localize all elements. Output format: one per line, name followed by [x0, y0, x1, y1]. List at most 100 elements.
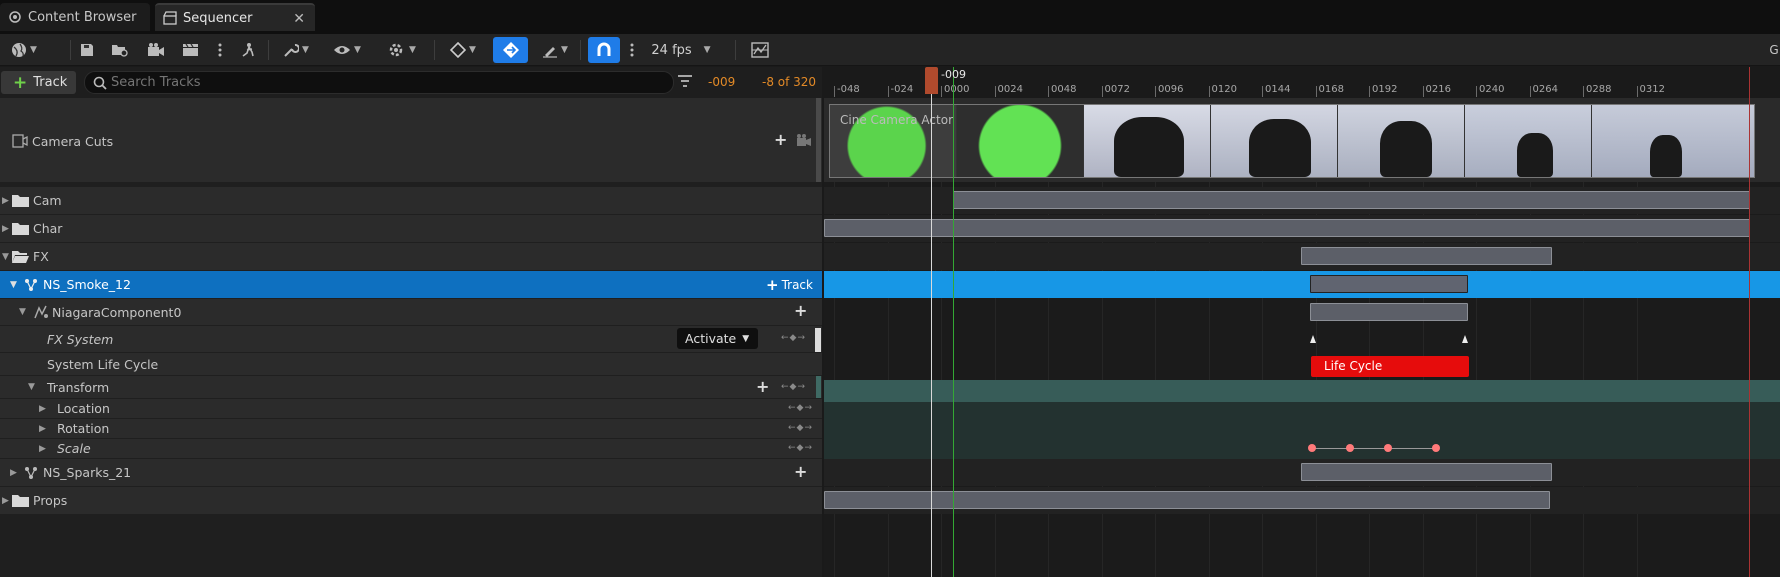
curve-editor-button[interactable]: ▼ — [535, 37, 575, 63]
camera-cut-section[interactable]: Cine Camera Actor — [829, 104, 1755, 178]
playback-options-button[interactable]: ▼ — [382, 37, 422, 63]
add-key-button[interactable]: + — [756, 377, 769, 396]
auto-key-toggle[interactable] — [493, 37, 528, 63]
search-tracks-input[interactable] — [111, 75, 651, 90]
track-row-rotation[interactable]: ▶ Rotation ←◆→ — [0, 419, 822, 438]
track-label: Camera Cuts — [32, 134, 114, 149]
collapse-arrow-icon[interactable]: ▼ — [2, 252, 9, 262]
fx-system-state-dropdown[interactable]: Activate ▼ — [677, 328, 758, 349]
expand-arrow-icon[interactable]: ▶ — [39, 424, 46, 434]
close-tab-icon[interactable]: ✕ — [293, 11, 305, 27]
time-ruler[interactable]: -048 -024 0000 0024 0048 0072 0096 0120 0144 0168… — [824, 67, 1780, 98]
props-section[interactable] — [824, 491, 1550, 509]
track-row-camera-cuts[interactable]: Camera Cuts + — [0, 98, 822, 182]
expand-arrow-icon[interactable]: ▶ — [39, 404, 46, 414]
collapse-arrow-icon[interactable]: ▼ — [10, 280, 17, 290]
ruler-tick-label: 0120 — [1211, 84, 1237, 95]
track-row-fx[interactable]: ▼ FX — [0, 243, 822, 270]
browse-button[interactable] — [108, 37, 132, 63]
track-list-scrollbar-thumb[interactable] — [815, 328, 821, 352]
expand-arrow-icon[interactable]: ▶ — [2, 496, 9, 506]
timeline-panel[interactable]: -048 -024 0000 0024 0048 0072 0096 0120 0144 0168… — [824, 67, 1780, 577]
track-row-niagara-component[interactable]: ▼ NiagaraComponent0 + — [0, 299, 822, 325]
snap-options-button[interactable] — [625, 37, 639, 63]
tab-sequencer[interactable]: Sequencer ✕ — [155, 3, 315, 31]
tools-menu-button[interactable]: ▼ — [278, 37, 314, 63]
create-camera-button[interactable] — [180, 37, 202, 63]
track-row-fx-system[interactable]: FX System Activate ▼ ←◆→ — [0, 326, 822, 352]
keyframe[interactable] — [1432, 444, 1440, 452]
life-cycle-end-marker[interactable] — [1462, 335, 1468, 343]
content-browser-icon — [9, 11, 21, 23]
fx-section[interactable] — [1301, 247, 1552, 265]
ruler-tick-label: 0240 — [1479, 84, 1505, 95]
tab-label: Sequencer — [183, 10, 253, 26]
playhead-handle[interactable] — [925, 67, 938, 94]
collapse-arrow-icon[interactable]: ▼ — [28, 382, 35, 392]
chevron-down-icon: ▼ — [409, 45, 416, 55]
track-row-char[interactable]: ▶ Char — [0, 215, 822, 242]
folder-icon — [12, 495, 29, 507]
add-cut-button[interactable]: + — [774, 130, 787, 149]
eye-icon — [334, 46, 351, 54]
expand-arrow-icon[interactable]: ▶ — [2, 196, 9, 206]
camera-thumbnail — [1084, 105, 1211, 177]
keyframe[interactable] — [1308, 444, 1316, 452]
key-navigation-icon[interactable]: ←◆→ — [781, 333, 806, 343]
animation-options-button[interactable] — [236, 37, 260, 63]
track-row-scale[interactable]: ▶ Scale ←◆→ — [0, 439, 822, 458]
add-subtrack-button[interactable]: + Track — [766, 276, 813, 294]
ruler-tick-label: 0144 — [1265, 84, 1291, 95]
life-cycle-label: Life Cycle — [1324, 359, 1383, 373]
track-row-props[interactable]: ▶ Props — [0, 487, 822, 514]
track-row-ns-smoke[interactable]: ▼ NS_Smoke_12 + Track — [0, 271, 822, 298]
track-row-cam[interactable]: ▶ Cam — [0, 187, 822, 214]
frame-count-readout: -8 of 320 — [762, 75, 817, 89]
ns-sparks-section[interactable] — [1301, 463, 1552, 481]
key-mode-button[interactable]: ▼ — [444, 37, 482, 63]
snap-toggle[interactable] — [588, 37, 620, 63]
toolbar-overflow-label: G — [1768, 37, 1780, 63]
key-navigation-icon[interactable]: ←◆→ — [788, 443, 813, 453]
camera-lock-icon[interactable] — [796, 134, 812, 148]
cam-section[interactable] — [953, 191, 1750, 209]
key-navigation-icon[interactable]: ←◆→ — [781, 382, 806, 392]
keyframe[interactable] — [1384, 444, 1392, 452]
current-frame-readout[interactable]: -009 — [708, 75, 735, 89]
track-row-ns-sparks[interactable]: ▶ NS_Sparks_21 + — [0, 459, 822, 486]
key-navigation-icon[interactable]: ←◆→ — [788, 423, 813, 433]
fps-dropdown[interactable]: 24 fps ▼ — [650, 37, 712, 63]
keyframe[interactable] — [1346, 444, 1354, 452]
tab-content-browser[interactable]: Content Browser — [0, 3, 150, 31]
expand-arrow-icon[interactable]: ▶ — [10, 468, 17, 478]
char-section[interactable] — [824, 219, 1750, 237]
add-property-button[interactable]: + — [794, 301, 807, 320]
ruler-tick-label: 0312 — [1639, 84, 1665, 95]
expand-arrow-icon[interactable]: ▶ — [39, 444, 46, 454]
niagara-component-section[interactable] — [1310, 303, 1468, 321]
playhead-label: -009 — [941, 68, 966, 81]
track-row-location[interactable]: ▶ Location ←◆→ — [0, 399, 822, 418]
search-tracks-box[interactable] — [84, 71, 674, 94]
world-menu-button[interactable]: ▼ — [6, 37, 42, 63]
key-navigation-icon[interactable]: ←◆→ — [788, 403, 813, 413]
render-movie-button[interactable] — [144, 37, 168, 63]
ns-smoke-section[interactable] — [1310, 275, 1468, 293]
save-button[interactable] — [76, 37, 98, 63]
life-cycle-start-marker[interactable] — [1310, 335, 1316, 343]
add-track-button[interactable]: + Track — [1, 71, 76, 94]
view-menu-button[interactable]: ▼ — [328, 37, 366, 63]
ruler-tick-label: 0096 — [1158, 84, 1184, 95]
track-list-scrollbar[interactable] — [816, 98, 821, 182]
collapse-arrow-icon[interactable]: ▼ — [19, 307, 26, 317]
ruler-tick — [1529, 86, 1531, 97]
filter-icon[interactable] — [678, 75, 692, 87]
sequencer-graph-button[interactable] — [748, 37, 772, 63]
track-row-system-life-cycle[interactable]: System Life Cycle — [0, 353, 822, 375]
track-row-transform[interactable]: ▼ Transform + ←◆→ — [0, 376, 822, 398]
expand-arrow-icon[interactable]: ▶ — [2, 224, 9, 234]
life-cycle-section[interactable]: Life Cycle — [1311, 356, 1469, 377]
more-options-button[interactable] — [212, 37, 228, 63]
add-subtrack-button[interactable]: + — [794, 462, 807, 481]
ruler-tick — [834, 86, 835, 97]
